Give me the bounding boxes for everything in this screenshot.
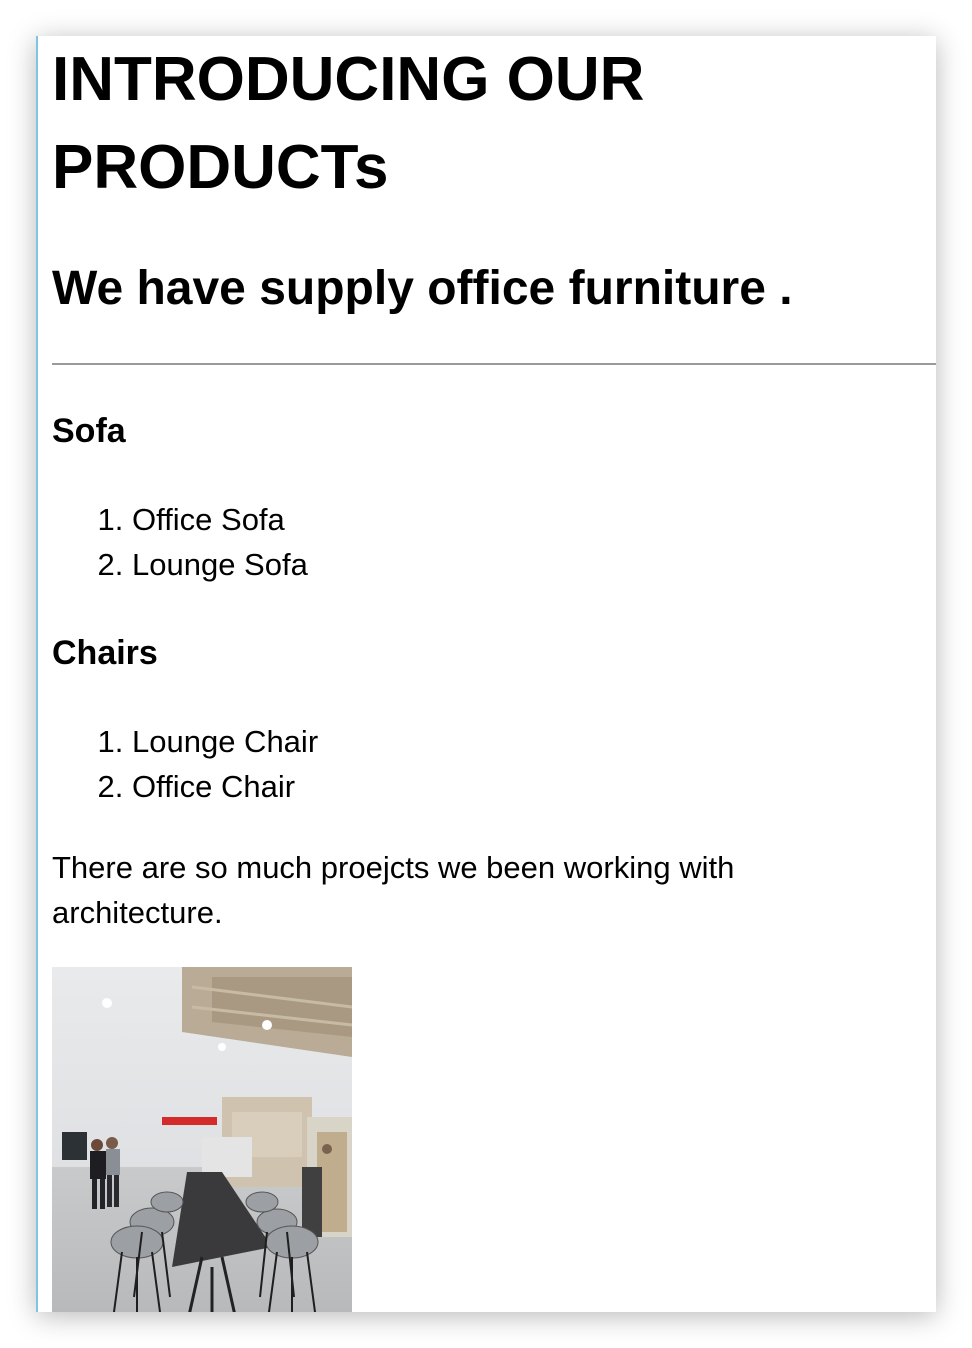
page-title: INTRODUCING OUR PRODUCTs (52, 45, 645, 202)
page-subtitle: We have supply office furniture . (52, 262, 793, 315)
list-item: Lounge Chair (132, 719, 936, 764)
section-heading-sofa: Sofa (52, 412, 126, 450)
left-accent-border (36, 36, 38, 1312)
list-item: Office Chair (132, 764, 936, 809)
list-chairs: Lounge Chair Office Chair (52, 719, 936, 809)
list-item: Lounge Sofa (132, 542, 936, 587)
document-content: INTRODUCING OUR PRODUCTs We have supply … (52, 36, 936, 1312)
horizontal-rule (52, 363, 936, 365)
section-heading-chairs: Chairs (52, 634, 158, 672)
projects-paragraph: There are so much proejcts we been worki… (52, 850, 735, 930)
list-item: Office Sofa (132, 497, 936, 542)
office-interior-photo (52, 967, 352, 1312)
document-page: INTRODUCING OUR PRODUCTs We have supply … (36, 36, 936, 1312)
list-sofa: Office Sofa Lounge Sofa (52, 497, 936, 587)
